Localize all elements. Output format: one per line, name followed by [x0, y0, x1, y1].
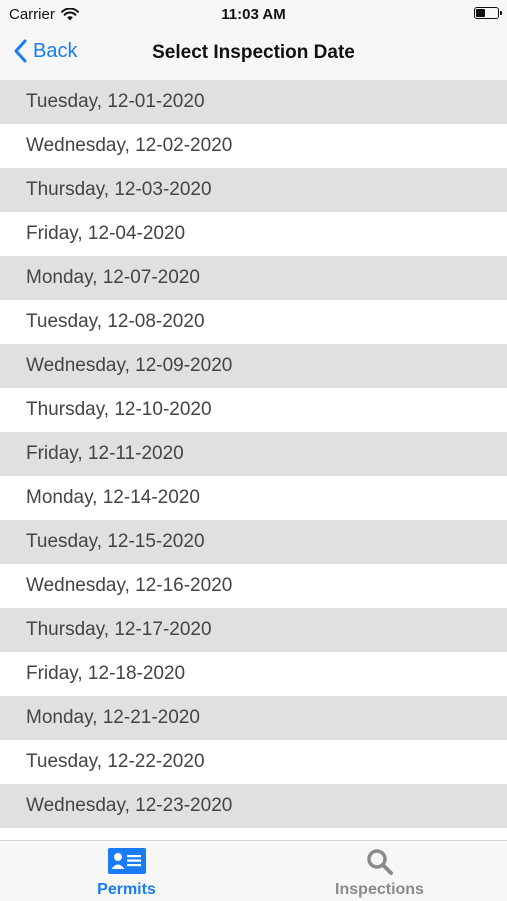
date-row[interactable]: Tuesday, 12-08-2020 [0, 300, 507, 344]
id-card-icon [107, 848, 146, 874]
date-row[interactable]: Thursday, 12-10-2020 [0, 388, 507, 432]
status-time: 11:03 AM [221, 6, 286, 23]
tab-inspections[interactable]: Inspections [253, 841, 506, 901]
date-row[interactable]: Friday, 12-18-2020 [0, 652, 507, 696]
date-row[interactable]: Wednesday, 12-02-2020 [0, 124, 507, 168]
tab-label-inspections: Inspections [335, 881, 424, 898]
tab-bar: Permits Inspections [0, 840, 507, 901]
date-row[interactable]: Wednesday, 12-23-2020 [0, 784, 507, 828]
date-row[interactable]: Tuesday, 12-01-2020 [0, 80, 507, 124]
tab-label-permits: Permits [97, 881, 156, 898]
date-row[interactable]: Tuesday, 12-22-2020 [0, 740, 507, 784]
date-row[interactable]: Wednesday, 12-16-2020 [0, 564, 507, 608]
date-row[interactable]: Thursday, 12-03-2020 [0, 168, 507, 212]
date-row[interactable]: Monday, 12-07-2020 [0, 256, 507, 300]
date-row[interactable]: Monday, 12-14-2020 [0, 476, 507, 520]
date-row[interactable]: Thursday, 12-17-2020 [0, 608, 507, 652]
battery-icon [474, 7, 502, 19]
page-title: Select Inspection Date [152, 42, 355, 63]
date-row[interactable]: Friday, 12-11-2020 [0, 432, 507, 476]
search-icon [366, 849, 393, 875]
date-row[interactable]: Friday, 12-04-2020 [0, 212, 507, 256]
date-row[interactable]: Tuesday, 12-15-2020 [0, 520, 507, 564]
navigation-bar: Back Select Inspection Date [0, 28, 507, 81]
tab-permits[interactable]: Permits [0, 841, 253, 901]
date-row[interactable]: Monday, 12-21-2020 [0, 696, 507, 740]
date-row[interactable]: Wednesday, 12-09-2020 [0, 344, 507, 388]
date-list: Tuesday, 12-01-2020 Wednesday, 12-02-2020… [0, 80, 507, 840]
status-bar: Carrier 11:03 AM [0, 0, 507, 28]
